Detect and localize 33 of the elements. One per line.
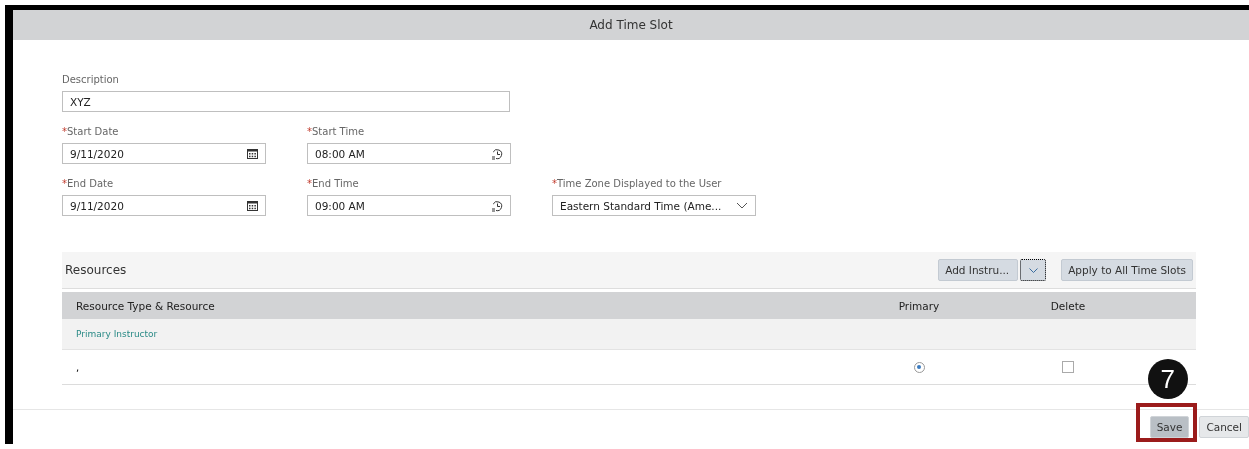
calendar-icon[interactable] xyxy=(247,148,258,159)
step-badge: 7 xyxy=(1147,359,1188,399)
chevron-down-icon xyxy=(1028,267,1038,273)
calendar-icon[interactable] xyxy=(247,200,258,211)
field-label: *End Time xyxy=(307,178,360,189)
column-header: Primary xyxy=(897,299,941,312)
group-label: Primary Instructor xyxy=(75,329,158,339)
field-label: Description xyxy=(62,74,120,85)
footer-button[interactable]: Save xyxy=(1149,416,1190,438)
field-label: *Time Zone Displayed to the User xyxy=(552,178,723,189)
column-header: Delete xyxy=(1049,299,1087,312)
footer-button[interactable]: Cancel xyxy=(1199,416,1249,438)
checkbox[interactable] xyxy=(1062,361,1074,373)
section-title: Resources xyxy=(65,263,127,277)
dropdown-button[interactable] xyxy=(1020,259,1047,281)
input-field[interactable]: 9/11/2020 xyxy=(62,143,266,164)
input-field[interactable]: XYZ xyxy=(62,91,510,112)
field-label: *Start Time xyxy=(307,126,366,137)
column-header: Resource Type & Resource xyxy=(75,299,216,312)
chevron-down-icon[interactable] xyxy=(736,202,748,209)
table-cell-text: , xyxy=(75,361,81,373)
add-instructor-button[interactable]: Add Instru... xyxy=(938,259,1019,281)
input-field[interactable]: Eastern Standard Time (Ame... xyxy=(552,195,756,216)
input-field[interactable]: 08:00 AM xyxy=(307,143,511,164)
highlight-frame xyxy=(1135,403,1198,442)
clock-icon[interactable] xyxy=(491,199,503,212)
input-field[interactable]: 09:00 AM xyxy=(307,195,511,216)
input-field[interactable]: 9/11/2020 xyxy=(62,195,266,216)
apply-button[interactable]: Apply to All Time Slots xyxy=(1061,259,1193,281)
clock-icon[interactable] xyxy=(491,147,503,160)
dialog-title: Add Time Slot xyxy=(589,18,673,32)
field-label: *Start Date xyxy=(62,126,120,137)
field-label: *End Date xyxy=(62,178,115,189)
